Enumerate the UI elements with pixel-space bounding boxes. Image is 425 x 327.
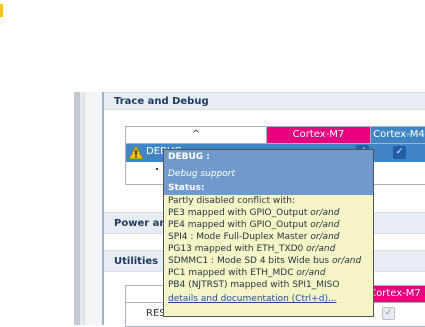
tooltip-line: PC1 mapped with ETH_MDC or/and — [168, 268, 326, 278]
tooltip-line: PG13 mapped with ETH_TXD0 or/and — [168, 244, 336, 254]
tooltip-status-label: Status: — [168, 183, 205, 193]
tooltip-line: PE3 mapped with GPIO_Output or/and — [168, 208, 340, 218]
tooltip-line: PE4 mapped with GPIO_Output or/and — [168, 220, 340, 230]
warning-icon — [129, 146, 143, 159]
cortex-m4-checkbox[interactable]: ✓ — [393, 146, 406, 159]
tooltip-subtitle: Debug support — [168, 169, 236, 179]
column-header-cortex-m4[interactable]: Cortex-M4 — [370, 127, 425, 144]
tooltip-title: DEBUG : — [168, 152, 210, 162]
details-documentation-link[interactable]: details and documentation (Ctrl+d)... — [168, 294, 337, 304]
tooltip-line: Partly disabled conflict with: — [168, 196, 295, 206]
row-dot — [156, 168, 158, 170]
panel-gutter — [84, 92, 103, 325]
sort-column-header[interactable]: ^ — [126, 127, 267, 144]
reset-checkbox[interactable]: ✓ — [382, 307, 395, 320]
tooltip-line: PB4 (NJTRST) mapped with SPI1_MISO — [168, 280, 340, 290]
tooltip-line: SPI4 : Mode Full-Duplex Master or/and — [168, 232, 340, 242]
column-header-cortex-m7[interactable]: Cortex-M7 — [267, 127, 370, 144]
corner-marker — [0, 4, 3, 17]
tooltip-line: SDMMC1 : Mode SD 4 bits Wide bus or/and — [168, 256, 362, 266]
section-title: Trace and Debug — [114, 96, 209, 107]
section-trace-and-debug[interactable]: Trace and Debug — [104, 92, 425, 110]
section-title: Utilities — [114, 256, 159, 267]
tooltip-debug: DEBUG : Debug support Status: Partly dis… — [163, 149, 374, 317]
